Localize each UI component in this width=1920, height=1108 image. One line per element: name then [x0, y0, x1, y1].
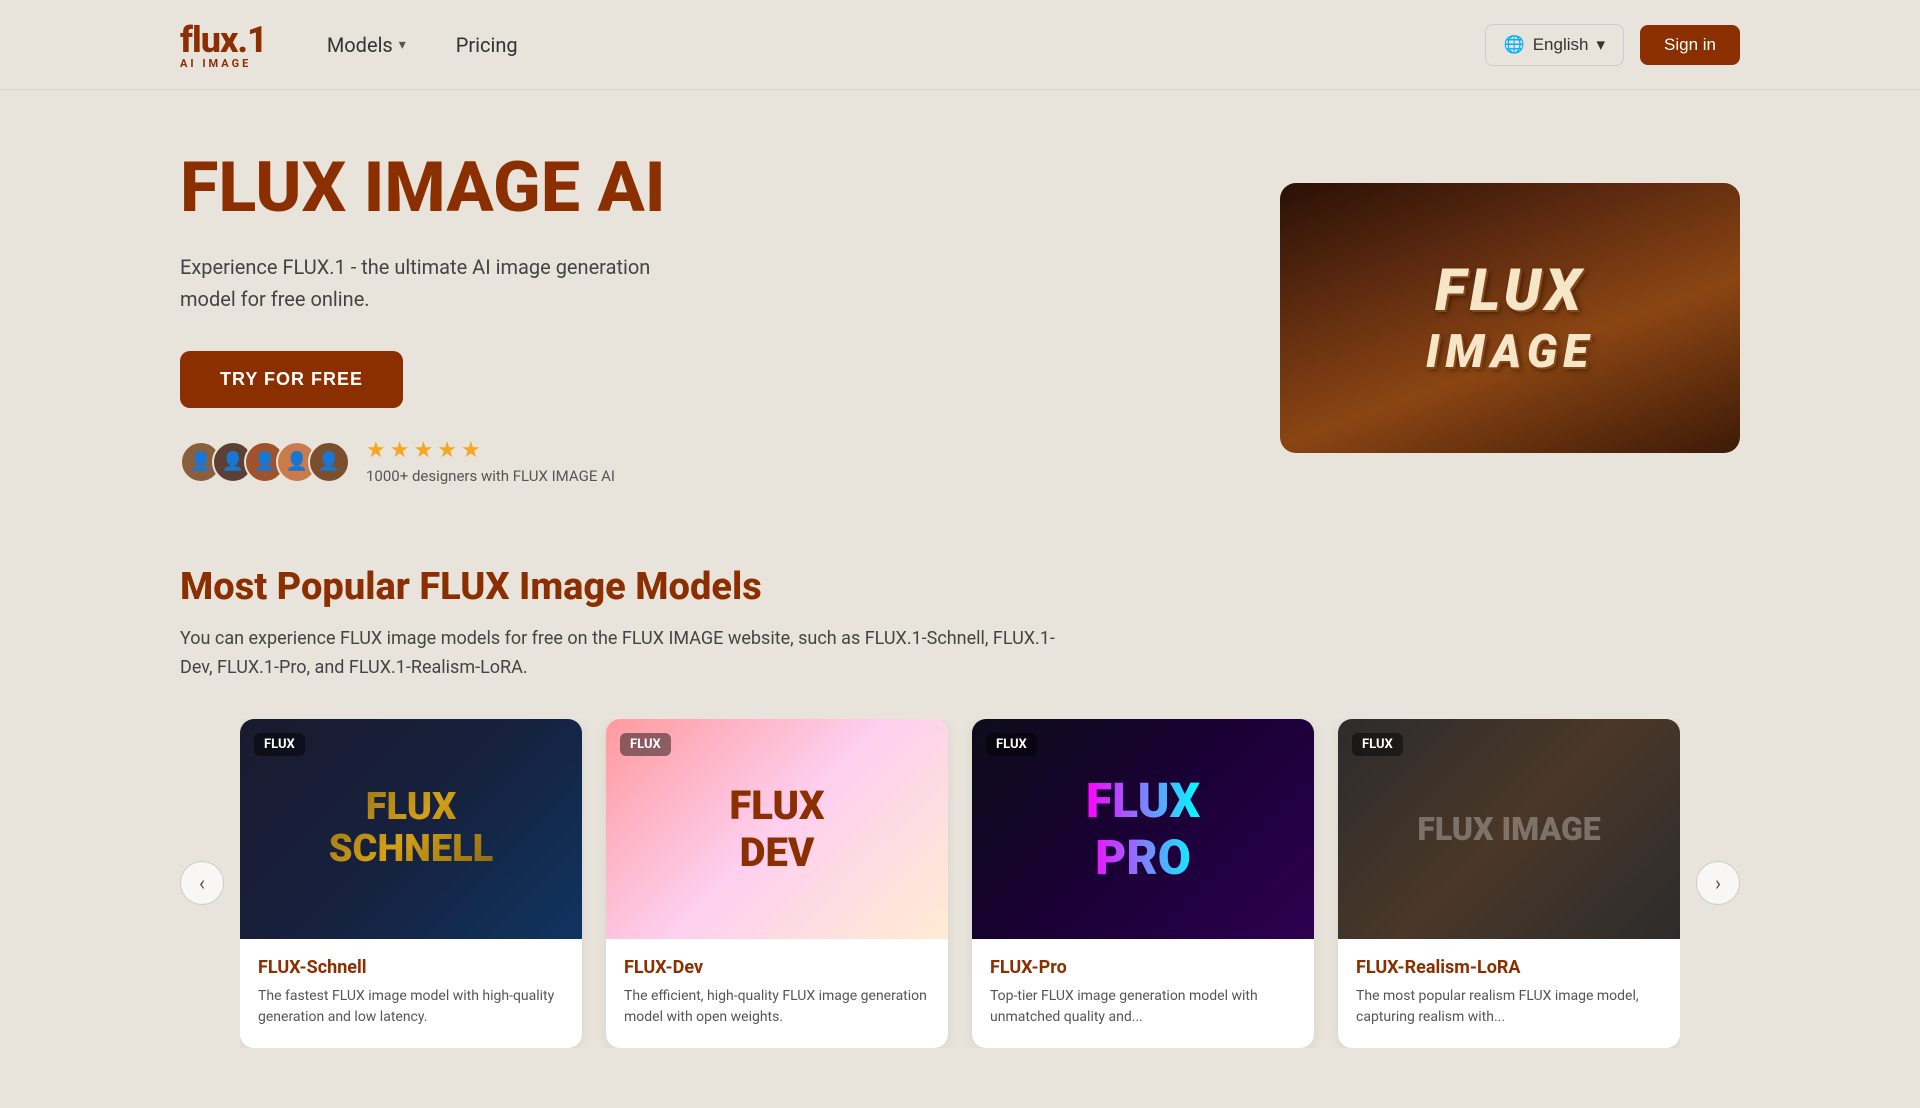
social-proof: 👤 👤 👤 👤 👤 ★ ★ ★ ★ ★ 1000+ designers with…: [180, 438, 700, 485]
models-title: Most Popular FLUX Image Models: [180, 565, 1740, 609]
avatar-group: 👤 👤 👤 👤 👤: [180, 441, 350, 483]
model-card-image: FLUXSCHNELL FLUX: [240, 719, 582, 939]
model-desc: The fastest FLUX image model with high-q…: [258, 986, 564, 1028]
model-badge: FLUX: [254, 733, 305, 756]
hero-title: FLUX IMAGE AI: [180, 150, 700, 227]
model-badge: FLUX: [620, 733, 671, 756]
model-desc: The most popular realism FLUX image mode…: [1356, 986, 1662, 1028]
model-desc: Top-tier FLUX image generation model wit…: [990, 986, 1296, 1028]
chevron-down-icon: ▾: [1596, 35, 1605, 55]
hero-image: FLUX IMAGE: [1280, 183, 1740, 453]
model-card-realism[interactable]: FLUX IMAGE FLUX FLUX-Realism-LoRA The mo…: [1338, 719, 1680, 1048]
model-card-image: FLUXPRO FLUX: [972, 719, 1314, 939]
star-icon: ★: [390, 438, 410, 463]
models-section: Most Popular FLUX Image Models You can e…: [0, 525, 1920, 1108]
language-selector[interactable]: 🌐 English ▾: [1485, 24, 1624, 66]
carousel-next-button[interactable]: ›: [1696, 861, 1740, 905]
model-name: FLUX-Schnell: [258, 957, 564, 978]
logo[interactable]: flux.1 AI IMAGE: [180, 19, 267, 70]
nav-models[interactable]: Models ▾: [327, 33, 406, 57]
star-rating: ★ ★ ★ ★ ★: [366, 438, 615, 463]
star-icon: ★: [366, 438, 386, 463]
star-icon: ★: [413, 438, 433, 463]
model-card-pro[interactable]: FLUXPRO FLUX FLUX-Pro Top-tier FLUX imag…: [972, 719, 1314, 1048]
star-icon: ★: [437, 438, 457, 463]
model-name: FLUX-Pro: [990, 957, 1296, 978]
chevron-left-icon: ‹: [199, 871, 205, 895]
hero-section: FLUX IMAGE AI Experience FLUX.1 - the ul…: [0, 90, 1920, 525]
carousel-prev-button[interactable]: ‹: [180, 861, 224, 905]
try-free-button[interactable]: TRY FOR FREE: [180, 351, 403, 408]
avatar: 👤: [308, 441, 350, 483]
logo-sub: AI IMAGE: [180, 57, 251, 70]
navbar: flux.1 AI IMAGE Models ▾ Pricing 🌐 Engli…: [0, 0, 1920, 90]
signin-button[interactable]: Sign in: [1640, 25, 1740, 65]
star-icon: ★: [461, 438, 481, 463]
nav-links: Models ▾ Pricing: [327, 33, 518, 57]
proof-text: 1000+ designers with FLUX IMAGE AI: [366, 467, 615, 485]
hero-content: FLUX IMAGE AI Experience FLUX.1 - the ul…: [180, 150, 700, 485]
model-card-dev[interactable]: FLUXDEV FLUX FLUX-Dev The efficient, hig…: [606, 719, 948, 1048]
logo-text: flux.1: [180, 19, 267, 61]
model-badge: FLUX: [986, 733, 1037, 756]
models-grid: FLUXSCHNELL FLUX FLUX-Schnell The fastes…: [240, 719, 1680, 1048]
model-card-image: FLUXDEV FLUX: [606, 719, 948, 939]
model-name: FLUX-Realism-LoRA: [1356, 957, 1662, 978]
models-carousel: ‹ FLUXSCHNELL FLUX FLUX-Schnell The fast…: [180, 719, 1740, 1048]
chevron-right-icon: ›: [1715, 871, 1721, 895]
model-desc: The efficient, high-quality FLUX image g…: [624, 986, 930, 1028]
models-description: You can experience FLUX image models for…: [180, 625, 1080, 683]
navbar-left: flux.1 AI IMAGE Models ▾ Pricing: [180, 19, 518, 70]
chevron-down-icon: ▾: [399, 37, 406, 53]
navbar-right: 🌐 English ▾ Sign in: [1485, 24, 1740, 66]
model-card-image: FLUX IMAGE FLUX: [1338, 719, 1680, 939]
nav-pricing[interactable]: Pricing: [456, 33, 518, 57]
rating: ★ ★ ★ ★ ★ 1000+ designers with FLUX IMAG…: [366, 438, 615, 485]
model-badge: FLUX: [1352, 733, 1403, 756]
model-card-schnell[interactable]: FLUXSCHNELL FLUX FLUX-Schnell The fastes…: [240, 719, 582, 1048]
globe-icon: 🌐: [1504, 35, 1525, 55]
hero-subtitle: Experience FLUX.1 - the ultimate AI imag…: [180, 251, 700, 315]
model-name: FLUX-Dev: [624, 957, 930, 978]
